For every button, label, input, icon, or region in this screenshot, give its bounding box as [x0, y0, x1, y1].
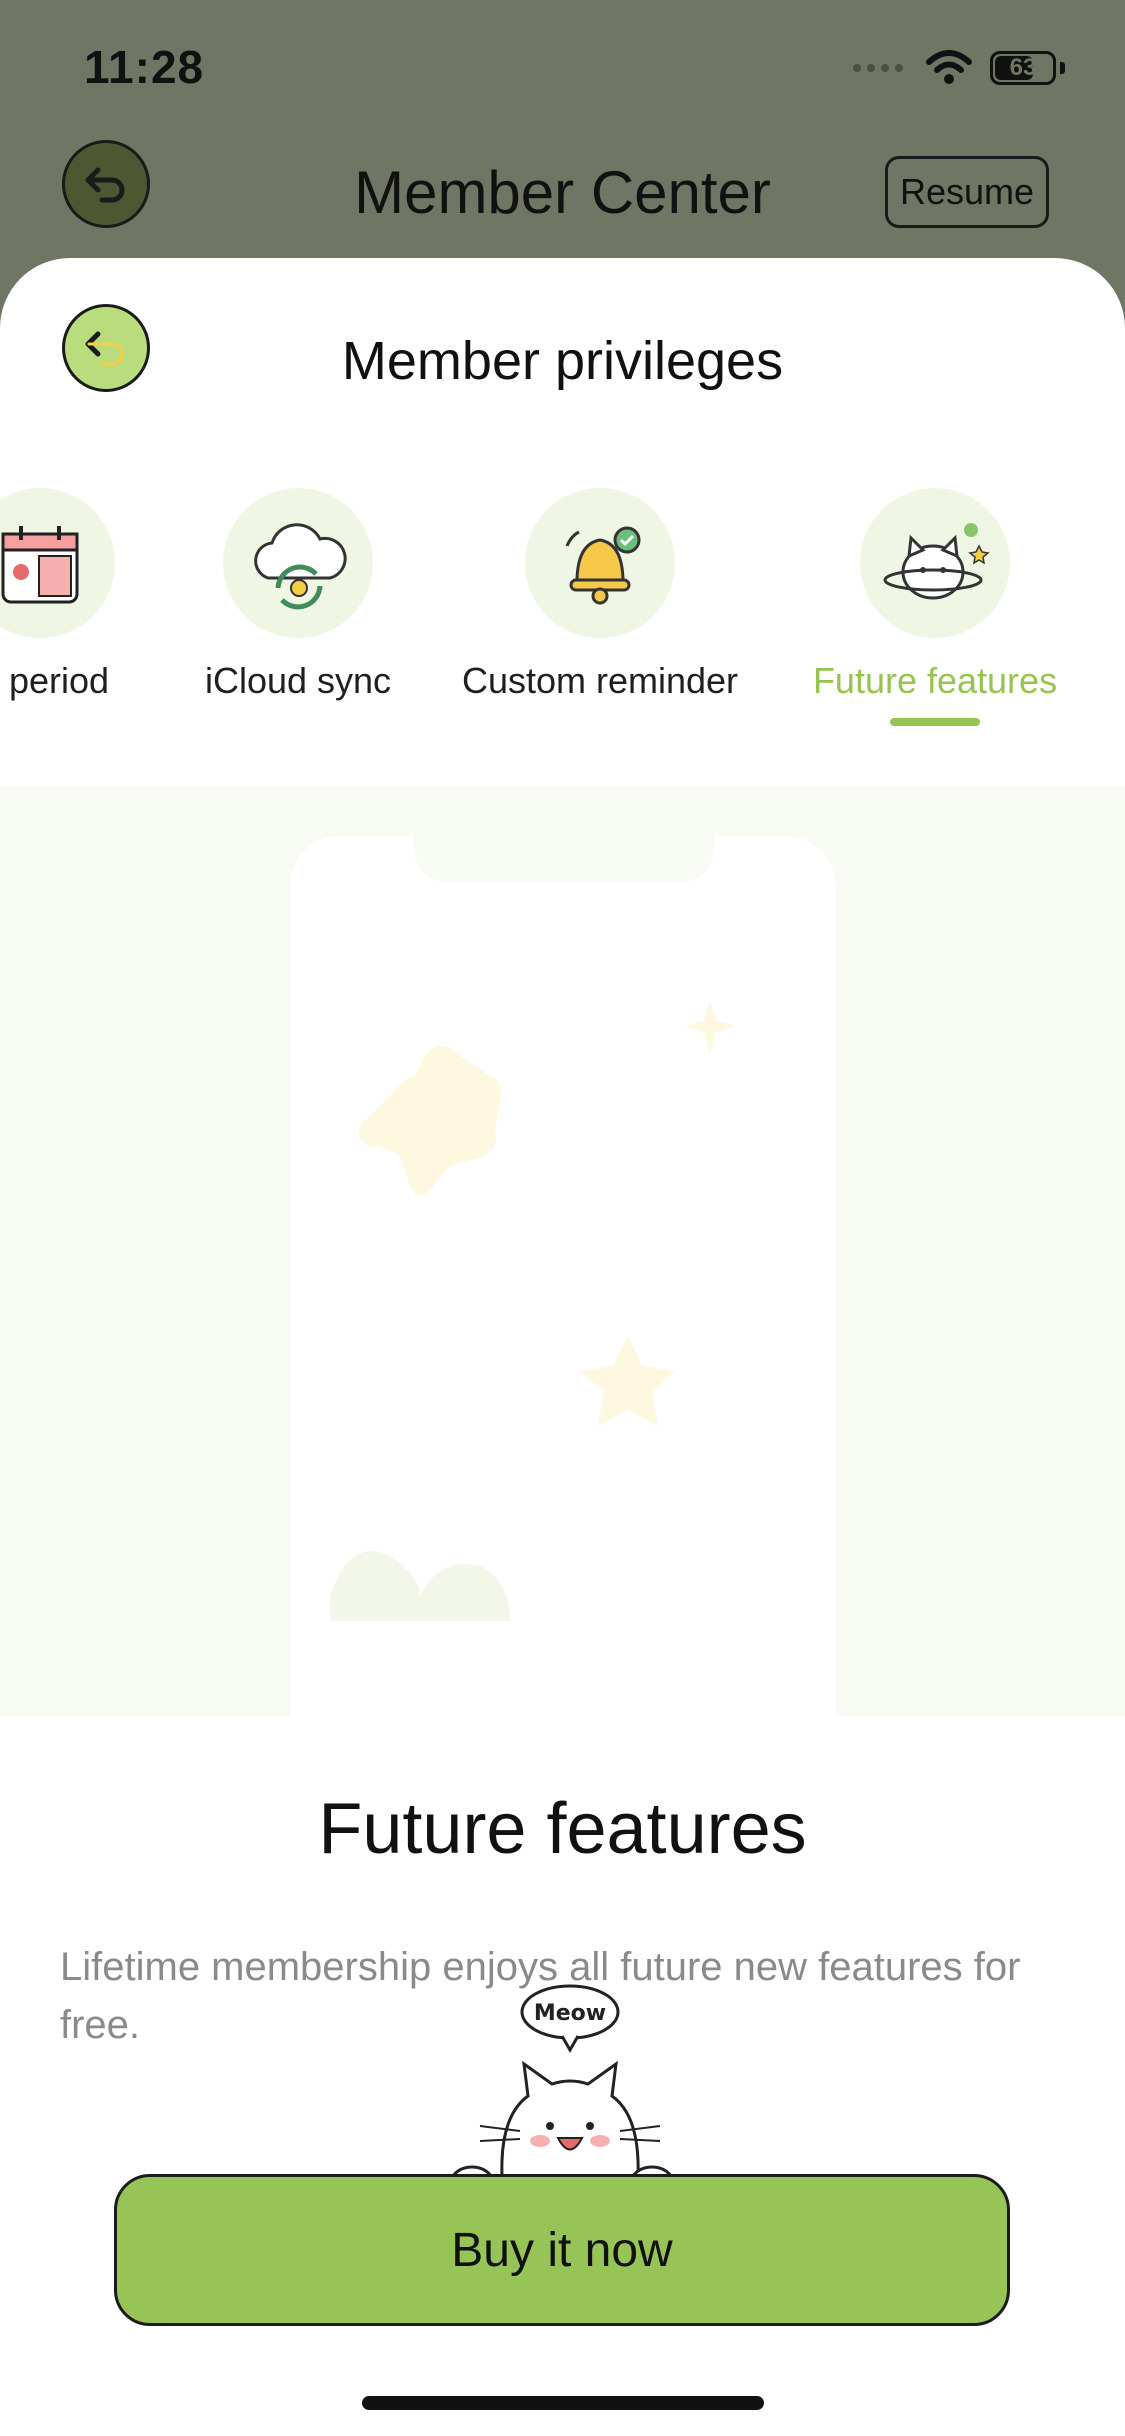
cat-planet-icon [860, 488, 1010, 638]
status-icons: 63 [852, 48, 1065, 88]
meow-speech: Meow [534, 2001, 606, 2026]
tab-future-features[interactable]: Future features [780, 488, 1090, 726]
feature-title: Future features [318, 1789, 807, 1869]
battery-icon: 63 [990, 51, 1056, 85]
clock: 11:28 [84, 41, 205, 93]
decorative-stars-illustration [330, 1001, 736, 1621]
resume-button[interactable]: Resume [885, 156, 1049, 228]
wifi-icon [926, 50, 972, 84]
tab-label: iCloud sync [204, 660, 392, 701]
status-bar: 11:28 63 [0, 0, 1125, 140]
bell-icon [525, 488, 675, 638]
battery-cap [1060, 62, 1065, 74]
feature-preview-area [0, 786, 1125, 1716]
tab-trial-period[interactable]: al period [0, 488, 160, 702]
tab-label: Future features [812, 660, 1058, 701]
cloud-sync-icon [223, 488, 373, 638]
privileges-sheet: Member privileges al period [0, 258, 1125, 2436]
member-center-header: Member Center Resume [0, 140, 1125, 260]
active-tab-indicator [890, 718, 980, 726]
home-indicator [362, 2396, 764, 2410]
tab-icloud-sync[interactable]: iCloud sync [178, 488, 418, 702]
tab-custom-reminder[interactable]: Custom reminder [440, 488, 760, 702]
sheet-title: Member privileges [341, 331, 784, 391]
tab-label: Custom reminder [461, 660, 739, 701]
buy-now-button[interactable]: Buy it now [114, 2174, 1010, 2326]
phone-mockup [290, 836, 836, 1716]
battery-level: 63 [1009, 54, 1037, 81]
calendar-icon [0, 488, 115, 638]
tab-label: al period [0, 660, 110, 701]
cellular-signal-icon [853, 64, 903, 72]
